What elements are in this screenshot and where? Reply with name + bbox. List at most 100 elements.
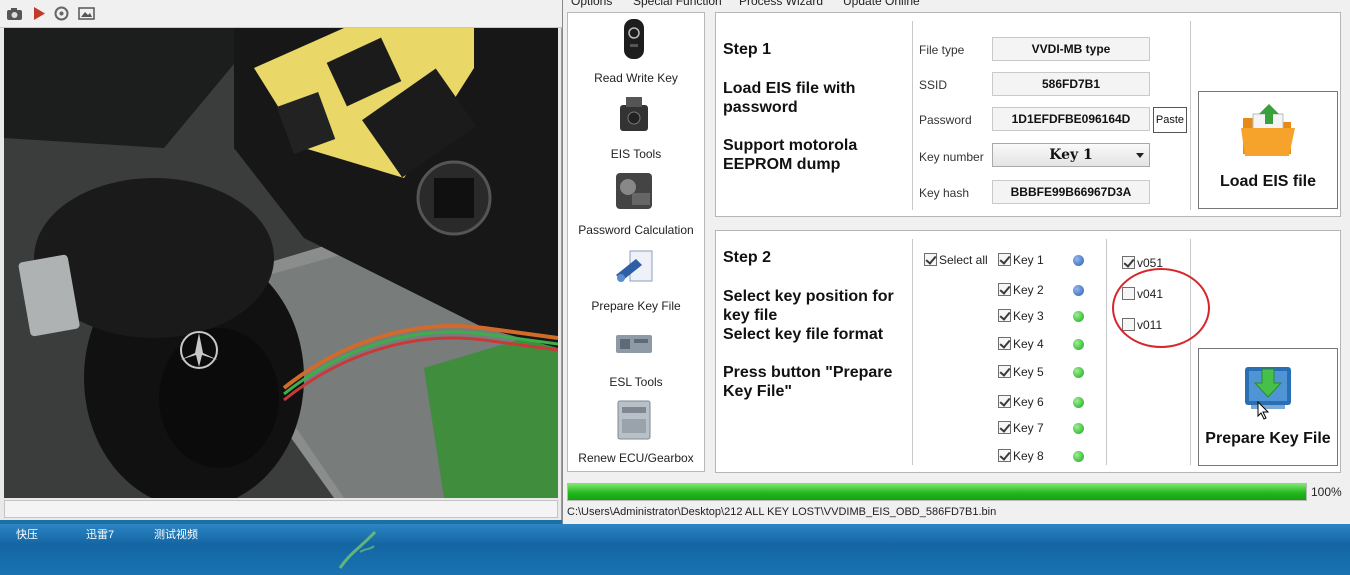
ssid-field[interactable]: 586FD7B1	[992, 72, 1150, 96]
key-checkbox[interactable]	[998, 365, 1011, 378]
taskbar-item-xunlei[interactable]: 迅雷7	[86, 526, 114, 542]
play-icon[interactable]	[30, 6, 47, 21]
sidebar-item-prepare-key-file[interactable]: Prepare Key File	[568, 243, 704, 315]
key-number-label: Key number	[919, 150, 984, 164]
sidebar-item-renew-ecu-gearbox[interactable]: Renew ECU/Gearbox	[568, 395, 704, 467]
prepare-key-file-label: Prepare Key File	[1205, 430, 1331, 447]
menu-options[interactable]: Options	[571, 0, 612, 8]
password-field[interactable]: 1D1EFDFBE096164D	[992, 107, 1150, 131]
load-eis-file-label: Load EIS file	[1219, 173, 1316, 190]
ssid-label: SSID	[919, 78, 948, 92]
key-checkbox[interactable]	[998, 449, 1011, 462]
menu-bar: Options Special Function Process Wizard …	[563, 0, 1350, 10]
player-status-bar	[4, 500, 558, 518]
sidebar-item-label: Prepare Key File	[591, 299, 681, 313]
divider	[912, 21, 913, 210]
password-label: Password	[919, 113, 972, 127]
taskbar-item-kuaiya[interactable]: 快压	[16, 526, 38, 542]
player-toolbar	[0, 0, 562, 28]
key-label: Key 5	[1013, 365, 1044, 379]
key-label: Key 4	[1013, 337, 1044, 351]
file-type-label: File type	[919, 43, 965, 57]
key-status-led	[1073, 339, 1084, 350]
key-status-led	[1073, 285, 1084, 296]
key-label: Key 3	[1013, 309, 1044, 323]
step2-title: Step 2	[723, 249, 772, 266]
sidebar-item-label: Password Calculation	[578, 223, 694, 237]
load-eis-file-button[interactable]: Load EIS file	[1198, 91, 1338, 209]
step2-desc-select-format: Select key file format	[723, 326, 884, 343]
tool-sidebar: Read Write Key EIS Tools Password Calcul…	[567, 12, 705, 472]
sidebar-item-eis-tools[interactable]: EIS Tools	[568, 91, 704, 163]
key-status-led	[1073, 423, 1084, 434]
video-player-window	[0, 0, 562, 520]
divider	[1106, 239, 1107, 465]
prepare-key-file-button[interactable]: Prepare Key File	[1198, 348, 1338, 466]
step1-panel: Step 1 Load EIS file with password Suppo…	[715, 12, 1341, 217]
sidebar-item-label: Renew ECU/Gearbox	[578, 451, 694, 465]
video-frame-image	[4, 28, 558, 498]
menu-process-wizard[interactable]: Process Wizard	[739, 0, 823, 8]
divider	[1190, 21, 1191, 210]
progress-fill	[568, 484, 1306, 500]
key-checkbox[interactable]	[998, 395, 1011, 408]
folder-open-icon	[1241, 104, 1295, 156]
key-label: Key 1	[1013, 253, 1044, 267]
key-status-led	[1073, 397, 1084, 408]
image-icon[interactable]	[78, 6, 95, 21]
key-status-led	[1073, 367, 1084, 378]
camera-icon[interactable]	[6, 6, 23, 21]
sidebar-item-label: ESL Tools	[609, 375, 663, 389]
key-number-select[interactable]: Key 1	[992, 143, 1150, 167]
key-number-value: Key 1	[1049, 147, 1093, 163]
chevron-down-icon	[1136, 153, 1144, 158]
file-type-field[interactable]: VVDI-MB type	[992, 37, 1150, 61]
select-all-checkbox[interactable]	[924, 253, 937, 266]
step1-desc-motorola: Support motorola EEPROM dump	[723, 137, 858, 173]
eis-icon	[620, 97, 648, 131]
sidebar-item-label: EIS Tools	[610, 147, 662, 161]
key-label: Key 2	[1013, 283, 1044, 297]
key-status-led	[1073, 255, 1084, 266]
taskbar-item-test-video[interactable]: 测试视频	[154, 526, 198, 542]
format-checkbox[interactable]	[1122, 256, 1135, 269]
step1-desc-load: Load EIS file with password	[723, 80, 856, 116]
key-checkbox[interactable]	[998, 283, 1011, 296]
sidebar-item-read-write-key[interactable]: Read Write Key	[568, 15, 704, 87]
file-path: C:\Users\Administrator\Desktop\212 ALL K…	[567, 506, 997, 518]
key-checkbox[interactable]	[998, 253, 1011, 266]
step1-title: Step 1	[723, 41, 772, 58]
sidebar-item-label: Read Write Key	[594, 71, 678, 85]
video-frame	[4, 28, 558, 498]
key-status-led	[1073, 451, 1084, 462]
select-all-label: Select all	[939, 253, 988, 267]
divider	[1190, 239, 1191, 465]
key-label: Key 7	[1013, 421, 1044, 435]
key-checkbox[interactable]	[998, 309, 1011, 322]
step2-panel: Step 2 Select key position for key file …	[715, 230, 1341, 473]
menu-update-online[interactable]: Update Online	[843, 0, 920, 8]
sidebar-item-esl-tools[interactable]: ESL Tools	[568, 319, 704, 391]
step2-desc-press-button: Press button "Prepare Key File"	[723, 364, 893, 400]
key-checkbox[interactable]	[998, 421, 1011, 434]
divider	[912, 239, 913, 465]
windows-wallpaper-logo	[338, 530, 377, 569]
key-file-icon	[616, 250, 653, 282]
progress-percent: 100%	[1311, 485, 1342, 499]
key-hash-field[interactable]: BBBFE99B66967D3A	[992, 180, 1150, 204]
key-label: Key 6	[1013, 395, 1044, 409]
mouse-cursor-icon	[1257, 401, 1270, 420]
settings-icon[interactable]	[53, 6, 70, 21]
smart-key-icon	[624, 19, 644, 59]
key-checkbox[interactable]	[998, 337, 1011, 350]
key-hash-label: Key hash	[919, 186, 970, 200]
paste-button[interactable]: Paste	[1153, 107, 1187, 133]
menu-special-function[interactable]: Special Function	[633, 0, 722, 8]
password-calc-icon	[616, 173, 652, 209]
step2-desc-select-position: Select key position for key file	[723, 288, 894, 324]
windows-taskbar: 快压 迅雷7 测试视频	[0, 524, 1350, 575]
esl-icon	[616, 335, 652, 353]
sidebar-item-password-calculation[interactable]: Password Calculation	[568, 167, 704, 239]
ecu-icon	[617, 400, 651, 440]
key-label: Key 8	[1013, 449, 1044, 463]
